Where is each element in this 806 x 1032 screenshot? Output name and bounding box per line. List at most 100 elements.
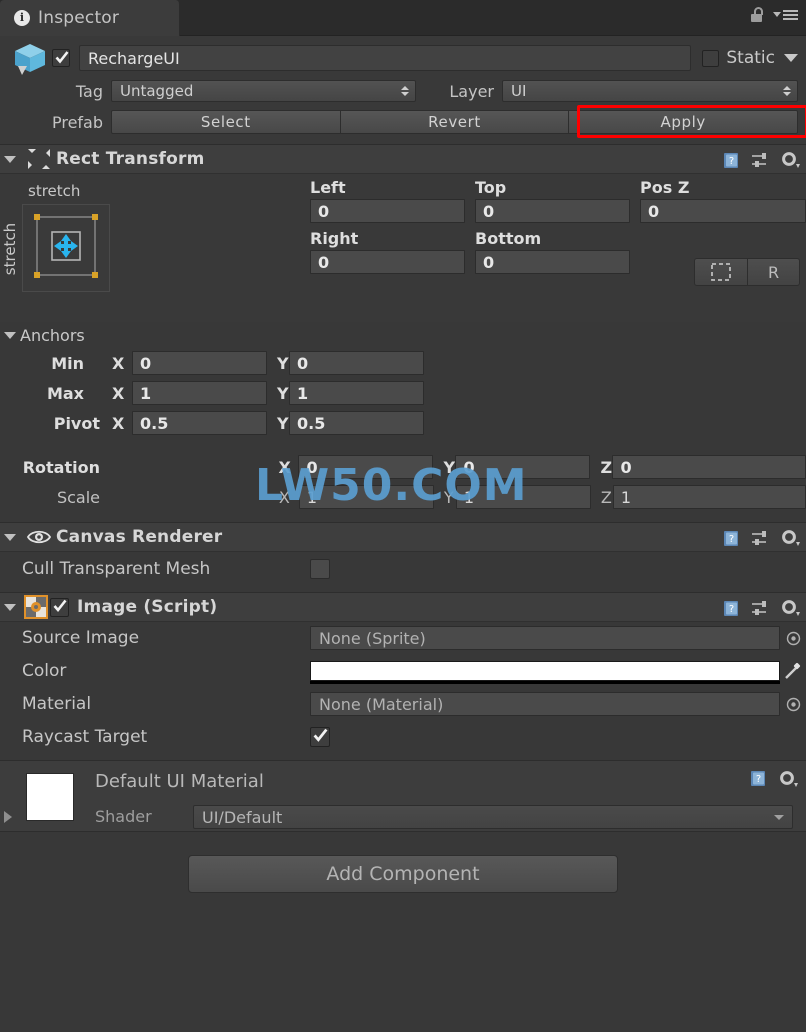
pivot-y-input[interactable]: 0.5 — [289, 411, 424, 435]
component-title: Image (Script) — [77, 597, 217, 617]
posz-input[interactable]: 0 — [640, 199, 806, 223]
object-picker-icon[interactable] — [780, 697, 806, 712]
axis-y-label: Y — [433, 458, 455, 477]
chevron-down-icon — [774, 815, 784, 820]
rotation-y-input[interactable]: 0 — [455, 455, 590, 479]
component-title: Canvas Renderer — [56, 527, 222, 547]
chevron-updown-icon — [783, 86, 791, 96]
add-component-button[interactable]: Add Component — [188, 855, 618, 893]
bottom-input[interactable]: 0 — [475, 250, 630, 274]
color-swatch-field[interactable] — [310, 661, 780, 681]
hamburger-menu-icon[interactable] — [773, 10, 798, 20]
scale-y-input[interactable]: 1 — [456, 485, 591, 509]
preset-sliders-icon[interactable] — [751, 600, 770, 617]
rt-label-row-1: Left Top Pos Z — [310, 178, 806, 197]
scale-row: Scale X 1 Y 1 Z 1 — [0, 482, 806, 512]
eye-icon — [22, 528, 56, 546]
axis-x-label: X — [277, 488, 299, 507]
foldout-arrow-icon[interactable] — [4, 604, 16, 611]
material-row: Material None (Material) — [0, 688, 806, 720]
axis-y-label: Y — [267, 354, 289, 373]
help-book-icon[interactable]: ? — [722, 529, 741, 548]
left-label: Left — [310, 178, 346, 197]
cull-transparent-mesh-label: Cull Transparent Mesh — [22, 559, 310, 579]
preset-sliders-icon[interactable] — [751, 530, 770, 547]
axis-y-label: Y — [434, 488, 456, 507]
anchor-preset-zone[interactable]: stretch stretch — [0, 178, 130, 318]
anchor-preset-preview[interactable] — [22, 204, 110, 292]
anchor-max-x-input[interactable]: 1 — [132, 381, 267, 405]
chevron-updown-icon — [401, 86, 409, 96]
foldout-arrow-icon[interactable] — [4, 332, 16, 339]
image-enabled-checkbox[interactable] — [50, 598, 69, 617]
object-name-input[interactable]: RechargeUI — [79, 45, 691, 71]
help-book-icon[interactable]: ? — [722, 151, 741, 170]
tag-value: Untagged — [120, 82, 401, 100]
gear-icon[interactable] — [780, 151, 800, 169]
chevron-down-icon[interactable] — [784, 54, 798, 62]
component-header-canvas-renderer[interactable]: Canvas Renderer ? — [0, 522, 806, 552]
rect-transform-body: stretch stretch — [0, 174, 806, 322]
gear-icon[interactable] — [780, 529, 800, 547]
anchor-min-x-input[interactable]: 0 — [132, 351, 267, 375]
prefab-revert-button[interactable]: Revert — [341, 110, 570, 134]
material-label: Material — [22, 694, 310, 714]
object-name-value: RechargeUI — [88, 49, 180, 68]
pivot-label: Pivot — [0, 414, 110, 433]
material-icon-group: ? — [749, 769, 798, 788]
component-header-rect-transform[interactable]: Rect Transform ? — [0, 144, 806, 174]
axis-x-label: X — [110, 354, 132, 373]
layer-label: Layer — [416, 82, 502, 101]
prefab-apply-button[interactable]: Apply — [569, 110, 798, 134]
source-image-field[interactable]: None (Sprite) — [310, 626, 780, 650]
raycast-target-checkbox[interactable] — [310, 727, 330, 747]
pivot-x-input[interactable]: 0.5 — [132, 411, 267, 435]
tag-label: Tag — [8, 82, 111, 101]
tab-bar-controls — [751, 7, 798, 22]
prefab-cube-icon[interactable] — [8, 41, 52, 75]
scale-label: Scale — [0, 488, 110, 507]
component-icon-group: ? — [722, 523, 800, 553]
anchor-max-y-input[interactable]: 1 — [289, 381, 424, 405]
scale-z-input[interactable]: 1 — [613, 485, 806, 509]
gear-icon[interactable] — [780, 599, 800, 617]
component-header-image-script[interactable]: Image (Script) ? — [0, 592, 806, 622]
material-field[interactable]: None (Material) — [310, 692, 780, 716]
rotation-x-input[interactable]: 0 — [298, 455, 433, 479]
foldout-arrow-icon[interactable] — [4, 156, 16, 163]
bottom-label: Bottom — [475, 229, 541, 248]
right-input[interactable]: 0 — [310, 250, 465, 274]
object-picker-icon[interactable] — [780, 631, 806, 646]
scale-x-input[interactable]: 1 — [299, 485, 434, 509]
help-book-icon[interactable]: ? — [749, 769, 768, 788]
object-name-row: RechargeUI Static — [8, 42, 798, 74]
object-enabled-checkbox[interactable] — [52, 49, 70, 67]
tab-inspector[interactable]: i Inspector — [0, 0, 180, 36]
help-book-icon[interactable]: ? — [722, 599, 741, 618]
tag-dropdown[interactable]: Untagged — [111, 80, 416, 102]
lock-icon[interactable] — [751, 7, 764, 22]
foldout-arrow-icon[interactable] — [4, 811, 12, 823]
anchors-foldout-row[interactable]: Anchors — [0, 322, 806, 348]
blueprint-mode-button[interactable] — [695, 259, 747, 285]
anchor-min-y-input[interactable]: 0 — [289, 351, 424, 375]
foldout-arrow-icon[interactable] — [4, 534, 16, 541]
layer-dropdown[interactable]: UI — [502, 80, 798, 102]
prefab-select-button[interactable]: Select — [111, 110, 341, 134]
top-input[interactable]: 0 — [475, 199, 630, 223]
cull-transparent-mesh-checkbox[interactable] — [310, 559, 330, 579]
anchors-label: Anchors — [20, 326, 85, 345]
static-label: Static — [726, 48, 775, 68]
rotation-z-input[interactable]: 0 — [612, 455, 806, 479]
svg-text:?: ? — [729, 534, 734, 545]
shader-dropdown[interactable]: UI/Default — [193, 805, 793, 829]
shader-label: Shader — [95, 807, 152, 826]
raw-edit-mode-button[interactable]: R — [747, 259, 799, 285]
axis-y-label: Y — [267, 384, 289, 403]
static-checkbox[interactable] — [702, 50, 719, 67]
left-input[interactable]: 0 — [310, 199, 465, 223]
preset-sliders-icon[interactable] — [751, 152, 770, 169]
tab-bar: i Inspector — [0, 0, 806, 36]
eyedropper-icon[interactable] — [780, 662, 806, 680]
gear-icon[interactable] — [778, 770, 798, 788]
